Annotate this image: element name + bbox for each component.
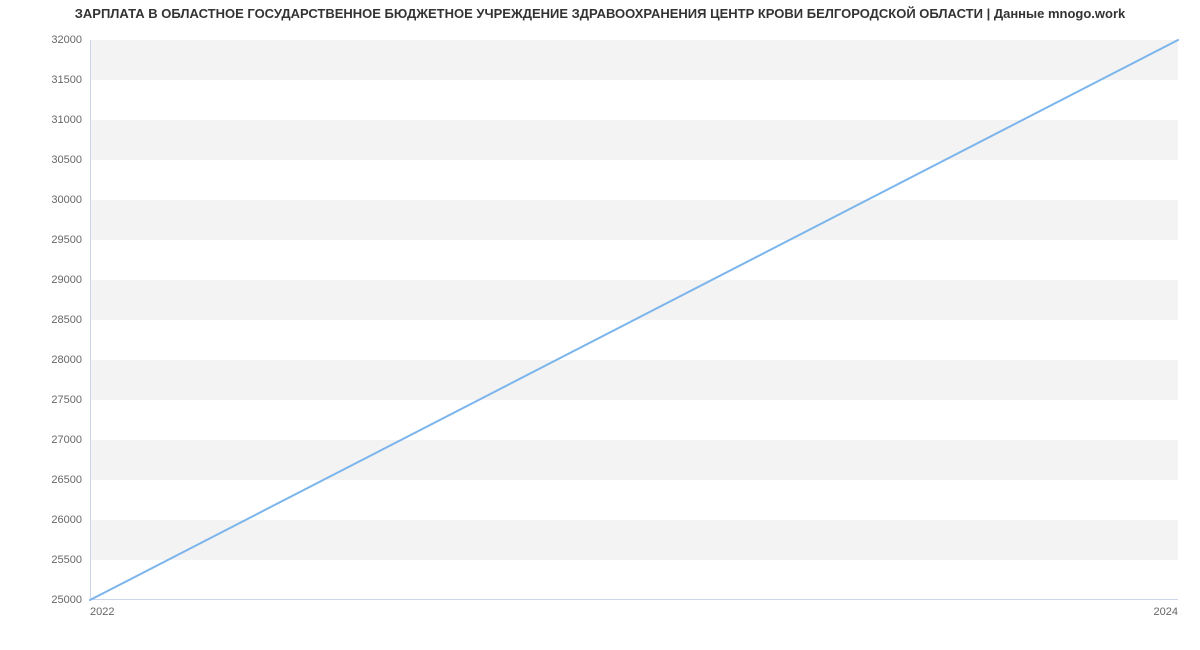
y-tick-label: 30500 [51,154,82,166]
y-tick-label: 32000 [51,34,82,46]
y-tick-label: 31000 [51,114,82,126]
y-tick-label: 27000 [51,434,82,446]
line-layer [90,40,1178,600]
y-tick-label: 25500 [51,554,82,566]
series-line [90,40,1178,600]
x-tick-label: 2024 [1154,606,1178,618]
chart-container: ЗАРПЛАТА В ОБЛАСТНОЕ ГОСУДАРСТВЕННОЕ БЮД… [0,0,1200,650]
plot-area: 2500025500260002650027000275002800028500… [90,40,1178,600]
y-tick-label: 28500 [51,314,82,326]
chart-title: ЗАРПЛАТА В ОБЛАСТНОЕ ГОСУДАРСТВЕННОЕ БЮД… [0,6,1200,21]
y-tick-label: 26000 [51,514,82,526]
y-tick-label: 26500 [51,474,82,486]
y-tick-label: 27500 [51,394,82,406]
x-tick-label: 2022 [90,606,114,618]
y-tick-label: 30000 [51,194,82,206]
y-tick-label: 25000 [51,594,82,606]
y-tick-label: 29500 [51,234,82,246]
y-tick-label: 31500 [51,74,82,86]
y-tick-label: 29000 [51,274,82,286]
y-tick-label: 28000 [51,354,82,366]
